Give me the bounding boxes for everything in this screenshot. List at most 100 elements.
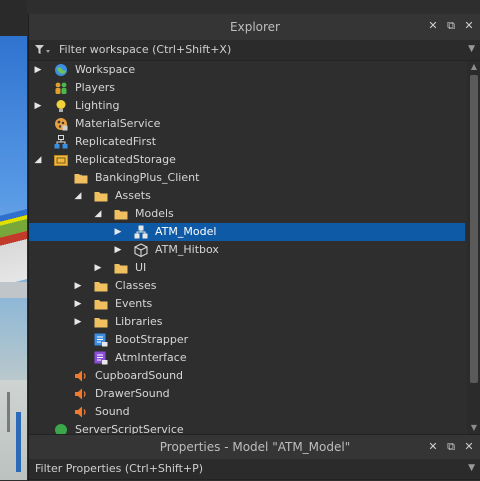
lighting-icon (56, 100, 66, 112)
undock-icon[interactable]: ⧉ (444, 440, 458, 454)
expand-arrow-icon[interactable]: ▶ (73, 280, 83, 292)
expand-arrow-icon[interactable]: ◢ (93, 208, 103, 220)
folder-icon (74, 174, 88, 184)
tree-item-label: DrawerSound (95, 387, 170, 400)
panel-close-icon[interactable]: ✕ (462, 19, 476, 33)
tree-item-label: CupboardSound (95, 369, 184, 382)
close-icon[interactable]: ✕ (426, 440, 440, 454)
tree-item-lighting[interactable]: ▶ Lighting (29, 97, 465, 115)
scrollbar-thumb[interactable] (470, 75, 478, 383)
viewport-3d[interactable] (0, 0, 27, 480)
tree-item-atminterface[interactable]: AtmInterface (29, 349, 465, 367)
viewport-floor (0, 380, 27, 480)
expand-arrow-icon[interactable]: ▶ (33, 100, 43, 112)
tree-item-label: Events (115, 297, 153, 310)
sound-icon (75, 388, 86, 400)
explorer-title: Explorer (230, 20, 280, 34)
tree-item-players[interactable]: Players (29, 79, 465, 97)
explorer-tree: ▶ Workspace Players ▶ Lighting MaterialS… (29, 61, 465, 434)
tree-item-assets[interactable]: ◢ Assets (29, 187, 465, 205)
properties-panel: Properties - Model "ATM_Model" ✕ ⧉ ✕ ▼ (28, 434, 480, 481)
tree-item-label: Libraries (115, 315, 163, 328)
folder-icon (94, 300, 108, 310)
module-script-icon (94, 351, 108, 365)
expand-arrow-icon[interactable]: ◢ (33, 154, 43, 166)
tree-item-models[interactable]: ◢ Models (29, 205, 465, 223)
properties-filter-bar: ▼ (29, 459, 480, 480)
local-script-icon (94, 333, 108, 347)
scroll-down-icon[interactable]: ▼ (467, 422, 480, 434)
sound-icon (75, 370, 86, 382)
tree-item-replicatedfirst[interactable]: ReplicatedFirst (29, 133, 465, 151)
explorer-filter-bar: ▼ (29, 40, 480, 61)
tree-item-cupboardsound[interactable]: CupboardSound (29, 367, 465, 385)
tree-item-label: Sound (95, 405, 130, 418)
tree-item-serverscriptservice[interactable]: ServerScriptService (29, 421, 465, 434)
viewport-building-base (0, 282, 27, 298)
scroll-up-icon[interactable]: ▲ (467, 61, 480, 73)
explorer-scrollbar[interactable]: ▲ ▼ (467, 61, 480, 434)
model-icon (134, 225, 148, 239)
expand-arrow-icon[interactable]: ▶ (113, 226, 123, 238)
tree-item-label: Assets (115, 189, 151, 202)
tree-item-bootstrapper[interactable]: BootStrapper (29, 331, 465, 349)
expand-arrow-icon[interactable]: ◢ (73, 190, 83, 202)
tree-item-label: BankingPlus_Client (95, 171, 200, 184)
tree-item-label: ServerScriptService (75, 423, 184, 434)
chevron-down-icon[interactable]: ▼ (468, 44, 475, 54)
replicated-storage-icon (54, 155, 68, 166)
folder-icon (94, 192, 108, 202)
players-icon (55, 82, 67, 94)
viewport-pole (7, 392, 10, 432)
chevron-down-icon[interactable]: ▼ (468, 463, 475, 473)
filter-icon[interactable] (35, 44, 51, 56)
tree-item-workspace[interactable]: ▶ Workspace (29, 61, 465, 79)
tree-item-bankingplus-client[interactable]: ◢ BankingPlus_Client (29, 169, 465, 187)
tree-item-atm-model[interactable]: ▶ ATM_Model (29, 223, 465, 241)
material-service-icon (55, 118, 68, 131)
tree-item-materialservice[interactable]: MaterialService (29, 115, 465, 133)
tree-item-label: ATM_Model (155, 225, 217, 238)
folder-icon (94, 318, 108, 328)
server-script-service-icon (55, 424, 67, 434)
folder-icon (114, 210, 128, 220)
properties-title: Properties - Model "ATM_Model" (159, 440, 351, 454)
tree-item-label: ReplicatedStorage (75, 153, 176, 166)
viewport-building-roof (0, 205, 27, 289)
expand-arrow-icon[interactable]: ▶ (73, 298, 83, 310)
folder-icon (114, 264, 128, 274)
sound-icon (75, 406, 86, 418)
tree-item-label: UI (135, 261, 147, 274)
panel-close-icon[interactable]: ✕ (462, 440, 476, 454)
close-icon[interactable]: ✕ (426, 19, 440, 33)
properties-filter-input[interactable] (35, 460, 435, 477)
workspace-icon (55, 64, 67, 76)
folder-icon (94, 282, 108, 292)
expand-arrow-icon[interactable]: ▶ (113, 244, 123, 256)
expand-arrow-icon[interactable]: ▶ (33, 64, 43, 76)
undock-icon[interactable]: ⧉ (444, 19, 458, 33)
tree-item-events[interactable]: ▶ Events (29, 295, 465, 313)
tree-item-ui[interactable]: ▶ UI (29, 259, 465, 277)
tree-item-label: Models (135, 207, 174, 220)
tree-item-label: ReplicatedFirst (75, 135, 157, 148)
tree-item-atm-hitbox[interactable]: ▶ ATM_Hitbox (29, 241, 465, 259)
tree-item-sound[interactable]: Sound (29, 403, 465, 421)
tree-item-label: ATM_Hitbox (155, 243, 219, 256)
tree-item-label: BootStrapper (115, 333, 189, 346)
properties-header: Properties - Model "ATM_Model" ✕ ⧉ ✕ (29, 435, 480, 460)
tree-item-label: Lighting (75, 99, 120, 112)
tree-item-label: Players (75, 81, 115, 94)
tree-item-label: AtmInterface (115, 351, 187, 364)
explorer-filter-input[interactable] (59, 41, 459, 58)
tree-item-replicatedstorage[interactable]: ◢ ReplicatedStorage (29, 151, 465, 169)
tree-item-libraries[interactable]: ▶ Libraries (29, 313, 465, 331)
part-icon (134, 243, 148, 257)
explorer-panel: Explorer ✕ ⧉ ✕ ▼ ▶ Workspace Players (28, 14, 480, 434)
expand-arrow-icon[interactable]: ▶ (73, 316, 83, 328)
tree-item-label: MaterialService (75, 117, 161, 130)
expand-arrow-icon[interactable]: ▶ (93, 262, 103, 274)
tree-item-classes[interactable]: ▶ Classes (29, 277, 465, 295)
tree-item-drawersound[interactable]: DrawerSound (29, 385, 465, 403)
viewport-pole (16, 412, 21, 472)
